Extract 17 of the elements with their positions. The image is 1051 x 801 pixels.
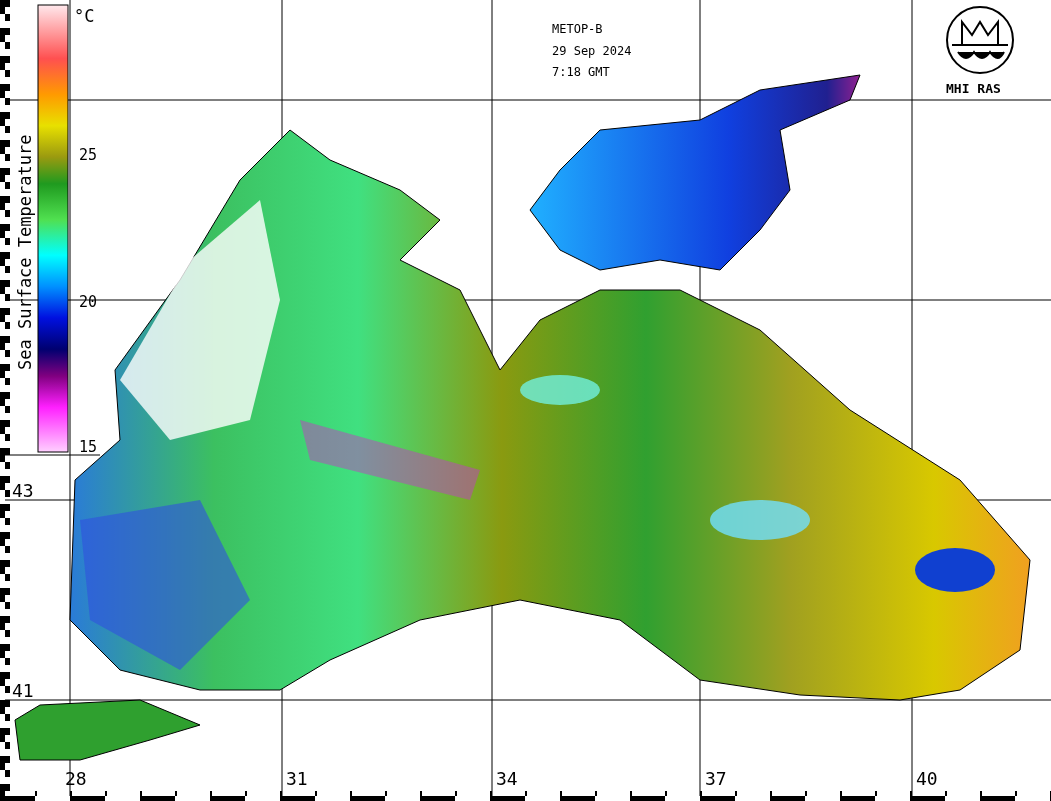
acquisition-time: 7:18 GMT [552,65,610,79]
satellite-name: METOP-B [552,22,603,36]
longitude-label: 34 [496,768,518,789]
acquisition-date: 29 Sep 2024 [552,44,632,58]
latitude-label: 43 [12,480,34,501]
colorbar-tick-label: 25 [79,146,98,164]
temperature-unit: °C [74,6,95,26]
colorbar-tick-label: 20 [79,293,98,311]
logo-text: MHI RAS [946,81,1001,96]
longitude-label: 40 [916,768,938,789]
latitude-label: 41 [12,680,34,701]
colorbar-tick-label: 15 [79,438,98,456]
longitude-label: 28 [65,768,87,789]
longitude-label: 37 [705,768,727,789]
logo-icon [946,6,1014,74]
longitude-label: 31 [286,768,308,789]
colorbar-title: Sea Surface Temperature [15,134,35,370]
